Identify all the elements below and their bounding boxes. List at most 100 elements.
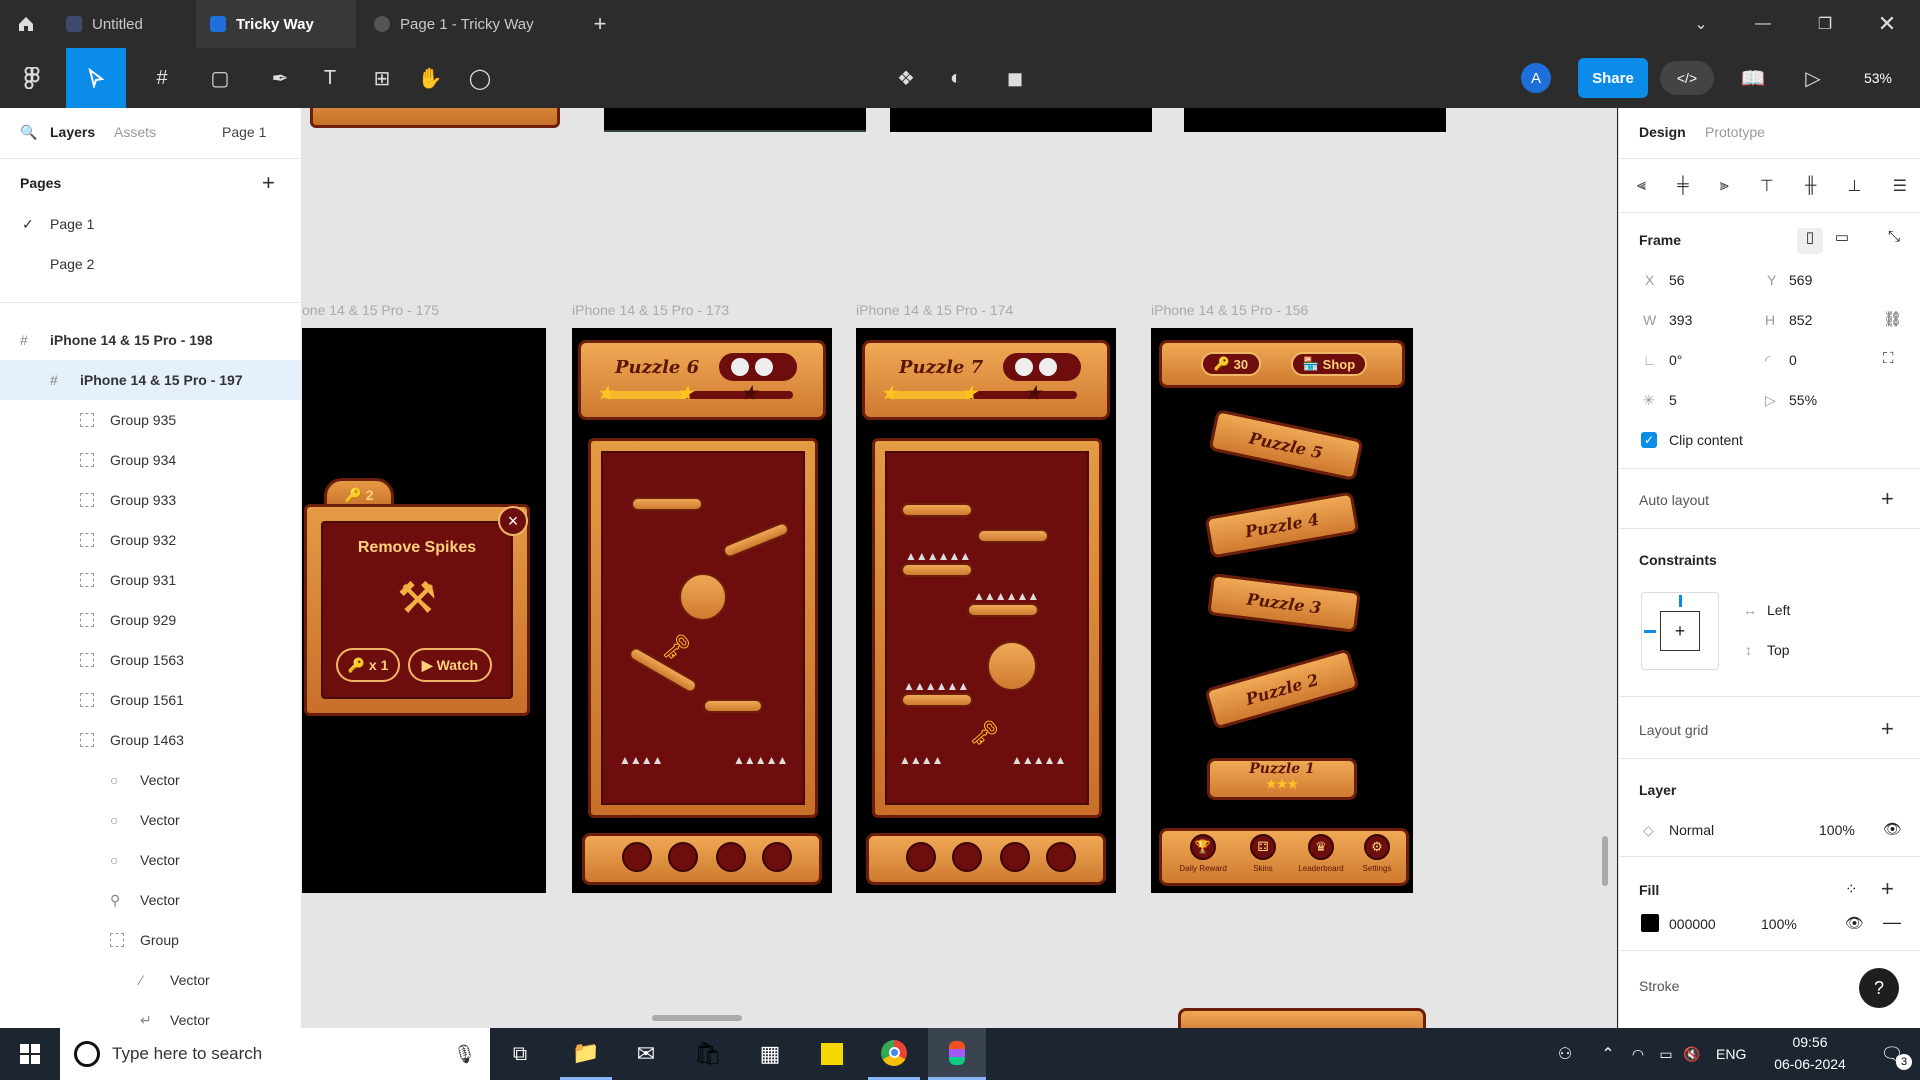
layer-item[interactable]: Group 1463	[0, 720, 301, 760]
present-play-icon[interactable]: ▷	[1786, 48, 1840, 108]
level-button-5[interactable]: Puzzle 5	[1208, 408, 1364, 482]
layer-item[interactable]: ⚲ Vector	[0, 880, 301, 920]
tab-untitled[interactable]: Untitled	[52, 0, 194, 48]
add-auto-layout-button[interactable]: +	[1881, 486, 1894, 512]
add-layout-grid-button[interactable]: +	[1881, 716, 1894, 742]
add-fill-button[interactable]: +	[1881, 876, 1894, 902]
page-selector[interactable]: Page 1	[222, 124, 266, 140]
resize-to-fit-icon[interactable]: ⤡	[1881, 228, 1907, 254]
restart-button[interactable]	[1046, 842, 1076, 872]
eye-icon[interactable]: 👁	[1845, 914, 1864, 932]
nav-skins[interactable]: ⚃ Skins	[1235, 834, 1291, 873]
hammer-button[interactable]	[952, 842, 982, 872]
chevron-down-icon[interactable]: ⌄	[1670, 0, 1732, 48]
comment-tool-icon[interactable]: ◯	[460, 48, 500, 108]
resources-icon[interactable]: ⊞	[362, 48, 402, 108]
skip-button[interactable]	[622, 842, 652, 872]
portrait-icon[interactable]: ▯	[1797, 228, 1823, 254]
rotation-input[interactable]: 0°	[1669, 352, 1682, 368]
tab-prototype[interactable]: Prototype	[1705, 124, 1765, 140]
restore-icon[interactable]: ❐	[1794, 0, 1856, 48]
component-icon[interactable]: ❖	[886, 48, 926, 108]
sticky-notes-icon[interactable]	[806, 1028, 858, 1080]
hammer-button[interactable]	[668, 842, 698, 872]
vertical-scrollbar[interactable]	[1602, 836, 1608, 886]
chrome-icon[interactable]	[868, 1028, 920, 1080]
frame-175[interactable]: 🔑 2 Remove Spikes ⚒ × 🔑 x 1 ▶ Watch	[302, 328, 546, 893]
align-right-icon[interactable]: ⫸	[1720, 177, 1729, 195]
blend-mode-select[interactable]: Normal	[1669, 822, 1714, 838]
search-icon[interactable]: 🔍	[20, 124, 37, 141]
corner-radius-input[interactable]: 0	[1789, 352, 1797, 368]
calculator-icon[interactable]: ▦	[744, 1028, 796, 1080]
fill-swatch[interactable]	[1641, 914, 1659, 932]
distribute-icon[interactable]: ☰	[1893, 176, 1907, 196]
zoom-control[interactable]: 53%	[1848, 48, 1908, 108]
layer-item[interactable]: ○ Vector	[0, 800, 301, 840]
hint-button[interactable]	[716, 842, 746, 872]
layer-item[interactable]: ○ Vector	[0, 840, 301, 880]
frame-section-title[interactable]: Frame	[1639, 232, 1681, 248]
watch-button[interactable]: ▶ Watch	[408, 648, 492, 682]
layer-item[interactable]: Group 1561	[0, 680, 301, 720]
close-window-icon[interactable]: ✕	[1856, 0, 1918, 48]
nav-leaderboard[interactable]: ♛ Leaderboard	[1287, 834, 1355, 873]
nav-settings[interactable]: ⚙ Settings	[1349, 834, 1405, 873]
layer-item[interactable]: Group 1563	[0, 640, 301, 680]
layer-item[interactable]: ○ Vector	[0, 760, 301, 800]
align-left-icon[interactable]: ⫷	[1637, 177, 1646, 195]
x-input[interactable]: 56	[1669, 272, 1685, 288]
task-view-icon[interactable]: ⧉	[500, 1028, 540, 1080]
level-button-4[interactable]: Puzzle 4	[1204, 491, 1360, 559]
layer-item[interactable]: Group	[0, 920, 301, 960]
tab-page1[interactable]: Page 1 - Tricky Way	[360, 0, 580, 48]
language-indicator[interactable]: ENG	[1716, 1046, 1746, 1062]
level-button-2[interactable]: Puzzle 2	[1204, 648, 1360, 730]
clip-content-checkbox[interactable]: ✓	[1641, 432, 1657, 448]
tab-design[interactable]: Design	[1639, 124, 1686, 140]
layer-item[interactable]: # iPhone 14 & 15 Pro - 198	[0, 320, 301, 360]
layer-opacity-input[interactable]: 100%	[1819, 822, 1855, 838]
hand-tool-icon[interactable]: ✋	[410, 48, 450, 108]
vertical-constraint-select[interactable]: Top	[1767, 642, 1790, 658]
dev-mode-toggle[interactable]: </>	[1658, 48, 1716, 108]
layer-item[interactable]: ⁄ Vector	[0, 960, 301, 1000]
layer-item[interactable]: Group 929	[0, 600, 301, 640]
align-center-v-icon[interactable]: ╫	[1805, 177, 1816, 195]
tab-layers[interactable]: Layers	[50, 124, 95, 140]
horizontal-scrollbar[interactable]	[652, 1015, 742, 1021]
skip-button[interactable]	[906, 842, 936, 872]
ratio-input[interactable]: 55%	[1789, 392, 1817, 408]
share-button[interactable]: Share	[1578, 58, 1648, 98]
tab-tricky-way[interactable]: Tricky Way	[196, 0, 356, 48]
mask-icon[interactable]: ◐	[936, 48, 976, 108]
landscape-icon[interactable]: ▭	[1829, 228, 1855, 254]
level-button-1[interactable]: Puzzle 1 ★★★	[1207, 758, 1357, 800]
file-explorer-icon[interactable]: 📁	[560, 1028, 612, 1080]
remove-fill-button[interactable]: —	[1883, 912, 1901, 933]
people-icon[interactable]: ⚇	[1550, 1028, 1580, 1080]
align-center-h-icon[interactable]: ╪	[1677, 177, 1688, 195]
eye-icon[interactable]: 👁	[1883, 820, 1902, 838]
main-menu-icon[interactable]	[12, 48, 52, 108]
add-page-button[interactable]: +	[262, 170, 275, 196]
layer-item[interactable]: Group 931	[0, 560, 301, 600]
page-item-2[interactable]: Page 2	[0, 244, 301, 284]
boolean-icon[interactable]: ◼	[990, 48, 1040, 108]
y-input[interactable]: 569	[1789, 272, 1812, 288]
nav-daily-reward[interactable]: 🏆 Daily Reward	[1175, 834, 1231, 873]
page-item-1[interactable]: ✓ Page 1	[0, 204, 301, 244]
tab-assets[interactable]: Assets	[114, 124, 156, 140]
frame-174[interactable]: Puzzle 7 ★ ★ ★ ▲▲▲▲▲▲ ▲▲▲▲▲▲ ▲▲▲▲▲▲ 🗝 ▲▲…	[856, 328, 1116, 893]
minimize-icon[interactable]: —	[1732, 0, 1794, 48]
constraints-widget[interactable]: +	[1641, 592, 1719, 670]
frame-tool-icon[interactable]: #	[140, 48, 184, 108]
windows-start-icon[interactable]	[0, 1028, 60, 1080]
restart-button[interactable]	[762, 842, 792, 872]
microphone-icon[interactable]: 🎙	[453, 1044, 476, 1065]
shape-tool-icon[interactable]: ▢	[198, 48, 242, 108]
wifi-icon[interactable]: ◠	[1626, 1028, 1650, 1080]
layer-item[interactable]: Group 932	[0, 520, 301, 560]
level-button-3[interactable]: Puzzle 3	[1206, 573, 1362, 633]
constrain-proportions-icon[interactable]: ⛓	[1883, 310, 1902, 328]
